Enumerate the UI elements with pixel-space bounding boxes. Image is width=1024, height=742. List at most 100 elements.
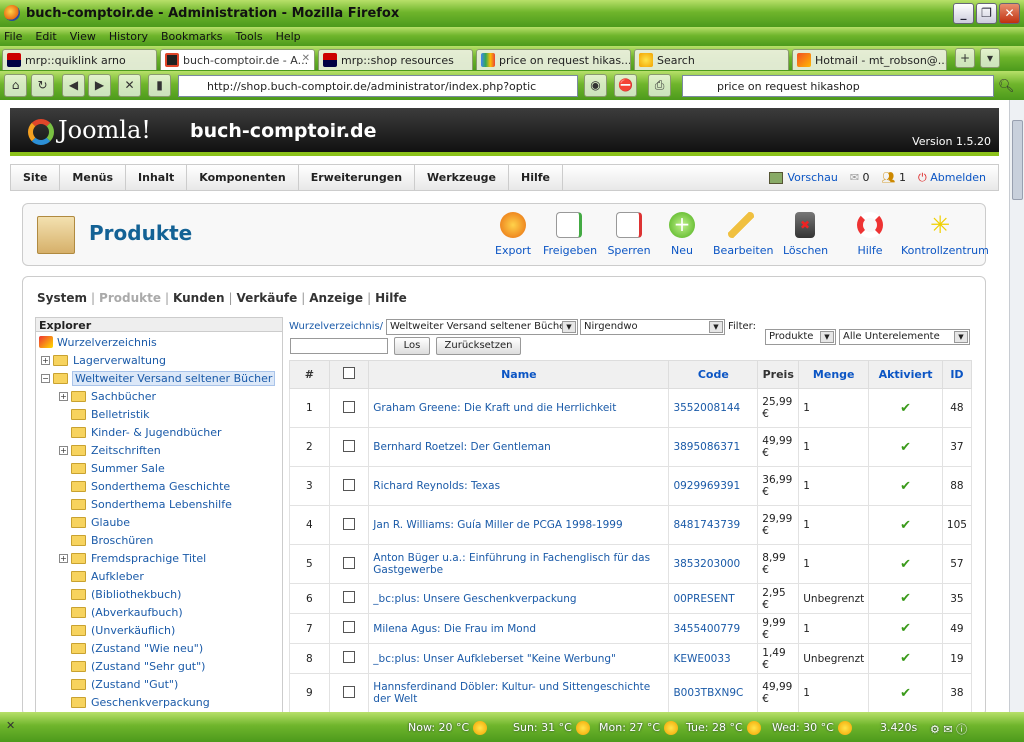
- menu-tools[interactable]: Werkzeuge: [415, 165, 510, 190]
- scrollbar-thumb[interactable]: [1012, 120, 1023, 200]
- menu-tools[interactable]: Tools: [235, 30, 262, 43]
- close-window-button[interactable]: ✕: [999, 3, 1020, 24]
- menu-content[interactable]: Inhalt: [126, 165, 188, 190]
- reload-icon[interactable]: ↻: [31, 74, 54, 97]
- menu-edit[interactable]: Edit: [35, 30, 56, 43]
- collapse-icon[interactable]: −: [41, 373, 50, 383]
- product-name-link[interactable]: Milena Agus: Die Frau im Mond: [368, 613, 670, 644]
- expand-icon[interactable]: +: [41, 355, 50, 365]
- close-statusbar-icon[interactable]: ✕: [6, 719, 15, 732]
- close-tab-icon[interactable]: ✕: [302, 53, 310, 64]
- check-icon[interactable]: ✔: [900, 440, 911, 455]
- product-code-link[interactable]: 3455400779: [668, 613, 759, 644]
- tree-item[interactable]: Belletristik: [71, 405, 150, 423]
- messages-count[interactable]: ✉ 0: [850, 171, 870, 184]
- menu-file[interactable]: File: [4, 30, 22, 43]
- tree-item[interactable]: (Zustand "Sehr gut"): [71, 657, 205, 675]
- row-checkbox[interactable]: [328, 427, 370, 467]
- table-row[interactable]: 5 Anton Büger u.a.: Einführung in Facheng…: [289, 544, 973, 584]
- row-checkbox[interactable]: [328, 673, 370, 712]
- help-button[interactable]: Hilfe: [857, 212, 883, 257]
- publish-button[interactable]: Freigeben: [543, 212, 597, 257]
- tree-item-selected[interactable]: − Weltweiter Versand seltener Bücher: [41, 369, 276, 387]
- product-code-link[interactable]: 3552008144: [668, 388, 759, 428]
- check-icon[interactable]: ✔: [900, 591, 911, 606]
- submenu-display[interactable]: Anzeige: [309, 291, 363, 305]
- submenu-products[interactable]: Produkte: [99, 291, 161, 305]
- checkbox[interactable]: [342, 478, 355, 491]
- tree-item[interactable]: (Zustand "Gut"): [71, 675, 178, 693]
- enabled-toggle[interactable]: ✔: [868, 505, 943, 545]
- users-count[interactable]: 👥︎ 1: [882, 171, 906, 184]
- checkbox[interactable]: [342, 651, 355, 663]
- back-icon[interactable]: ◀: [62, 74, 85, 97]
- checkbox[interactable]: [342, 591, 355, 603]
- tree-item[interactable]: + Fremdsprachige Titel: [59, 549, 206, 567]
- enabled-toggle[interactable]: ✔: [868, 427, 943, 467]
- col-select-all[interactable]: [328, 360, 370, 389]
- tree-item[interactable]: + Sachbücher: [59, 387, 156, 405]
- unpublish-button[interactable]: Sperren: [607, 212, 651, 257]
- delete-button[interactable]: ✖ Löschen: [783, 212, 828, 257]
- product-name-link[interactable]: Hannsferdinand Döbler: Kultur- und Sitte…: [368, 673, 670, 712]
- preview-link[interactable]: Vorschau: [769, 171, 838, 184]
- checkbox[interactable]: [342, 517, 355, 530]
- check-icon[interactable]: ✔: [900, 518, 911, 533]
- row-checkbox[interactable]: [328, 583, 370, 614]
- reset-button[interactable]: Zurücksetzen: [436, 337, 521, 355]
- product-name-link[interactable]: Anton Büger u.a.: Einführung in Fachengl…: [368, 544, 670, 584]
- tree-item[interactable]: Glaube: [71, 513, 130, 531]
- scope-select[interactable]: Alle Unterelemente ▼: [839, 329, 970, 345]
- adblock-icon[interactable]: ⛔: [614, 74, 637, 97]
- check-icon[interactable]: ✔: [900, 557, 911, 572]
- category-select[interactable]: Weltweiter Versand seltener Bücher ▼: [386, 319, 578, 335]
- tree-item[interactable]: (Unverkäuflich): [71, 621, 175, 639]
- url-bar[interactable]: http://shop.buch-comptoir.de/administrat…: [178, 75, 578, 97]
- product-name-link[interactable]: Richard Reynolds: Texas: [368, 466, 670, 506]
- tree-item[interactable]: Aufkleber: [71, 567, 144, 585]
- row-checkbox[interactable]: [328, 388, 370, 428]
- location-select[interactable]: Nirgendwo ▼: [580, 319, 725, 335]
- menu-extensions[interactable]: Erweiterungen: [299, 165, 416, 190]
- tree-root[interactable]: Wurzelverzeichnis: [39, 333, 157, 351]
- tree-item[interactable]: Broschüren: [71, 531, 153, 549]
- control-panel-button[interactable]: ✳ Kontrollzentrum: [901, 212, 989, 257]
- product-code-link[interactable]: 3895086371: [668, 427, 759, 467]
- new-tab-button[interactable]: +: [955, 48, 975, 68]
- tab-list-icon[interactable]: ▾: [980, 48, 1000, 68]
- table-row[interactable]: 4 Jan R. Williams: Guía Miller de PCGA 19…: [289, 505, 973, 545]
- export-button[interactable]: Export: [495, 212, 531, 257]
- col-name[interactable]: Name: [368, 360, 670, 389]
- menu-site[interactable]: Site: [11, 165, 61, 190]
- enabled-toggle[interactable]: ✔: [868, 613, 943, 644]
- search-magnifier-icon[interactable]: 🔍︎: [998, 79, 1015, 94]
- enabled-toggle[interactable]: ✔: [868, 643, 943, 674]
- forward-icon[interactable]: ▶: [88, 74, 111, 97]
- menu-history[interactable]: History: [109, 30, 148, 43]
- menu-components[interactable]: Komponenten: [187, 165, 299, 190]
- submenu-help[interactable]: Hilfe: [375, 291, 407, 305]
- tab-search[interactable]: Search: [634, 49, 789, 70]
- expand-icon[interactable]: +: [59, 445, 68, 455]
- table-row[interactable]: 1 Graham Greene: Die Kraft und die Herrli…: [289, 388, 973, 428]
- tree-item[interactable]: + Lagerverwaltung: [41, 351, 166, 369]
- edit-button[interactable]: Bearbeiten: [713, 212, 773, 257]
- enabled-toggle[interactable]: ✔: [868, 544, 943, 584]
- checkbox[interactable]: [342, 439, 355, 452]
- product-code-link[interactable]: 8481743739: [668, 505, 759, 545]
- table-row[interactable]: 8 _bc:plus: Unser Aufkleberset "Keine Wer…: [289, 643, 973, 674]
- select-all-checkbox[interactable]: [342, 367, 355, 379]
- tree-item[interactable]: Sonderthema Geschichte: [71, 477, 230, 495]
- addon-icon[interactable]: ◉: [584, 74, 607, 97]
- tree-item[interactable]: (Abverkaufbuch): [71, 603, 183, 621]
- submenu-sales[interactable]: Verkäufe: [237, 291, 298, 305]
- tree-item[interactable]: Summer Sale: [71, 459, 165, 477]
- check-icon[interactable]: ✔: [900, 686, 911, 701]
- product-name-link[interactable]: Graham Greene: Die Kraft und die Herrlic…: [368, 388, 670, 428]
- product-name-link[interactable]: Bernhard Roetzel: Der Gentleman: [368, 427, 670, 467]
- maximize-button[interactable]: ❐: [976, 3, 997, 24]
- tree-item[interactable]: (Bibliothekbuch): [71, 585, 181, 603]
- tree-item[interactable]: Sonderthema Lebenshilfe: [71, 495, 232, 513]
- check-icon[interactable]: ✔: [900, 401, 911, 416]
- enabled-toggle[interactable]: ✔: [868, 673, 943, 712]
